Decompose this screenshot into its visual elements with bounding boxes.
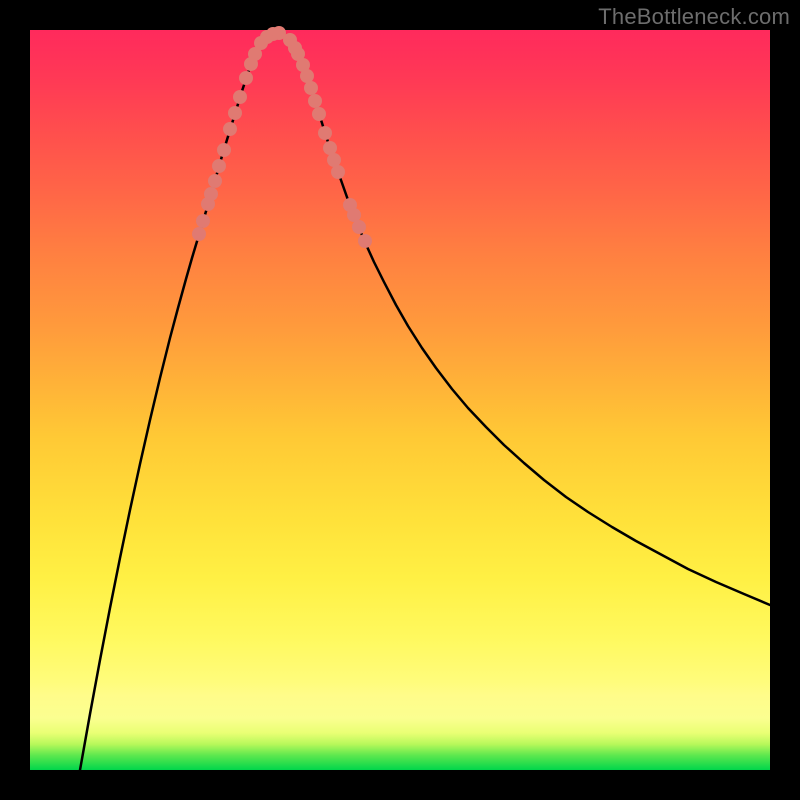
- curve-dot: [204, 187, 218, 201]
- curve-dot: [228, 106, 242, 120]
- app-frame: TheBottleneck.com: [0, 0, 800, 800]
- watermark-text: TheBottleneck.com: [598, 4, 790, 30]
- curve-dot: [312, 107, 326, 121]
- curve-dot: [358, 234, 372, 248]
- curve-dot: [327, 153, 341, 167]
- curve-dot: [308, 94, 322, 108]
- curve-dot: [208, 174, 222, 188]
- curve-dot: [239, 71, 253, 85]
- curve-dots-group: [192, 26, 372, 248]
- bottleneck-curve: [80, 33, 770, 770]
- curve-dot: [223, 122, 237, 136]
- curve-dot: [323, 141, 337, 155]
- plot-svg: [30, 30, 770, 770]
- curve-dot: [233, 90, 247, 104]
- plot-area: [30, 30, 770, 770]
- curve-dot: [304, 81, 318, 95]
- curve-dot: [196, 214, 210, 228]
- curve-dot: [217, 143, 231, 157]
- curve-dot: [212, 159, 226, 173]
- curve-dot: [331, 165, 345, 179]
- curve-dot: [192, 227, 206, 241]
- curve-dot: [352, 220, 366, 234]
- curve-dot: [347, 208, 361, 222]
- curve-dot: [300, 69, 314, 83]
- curve-dot: [318, 126, 332, 140]
